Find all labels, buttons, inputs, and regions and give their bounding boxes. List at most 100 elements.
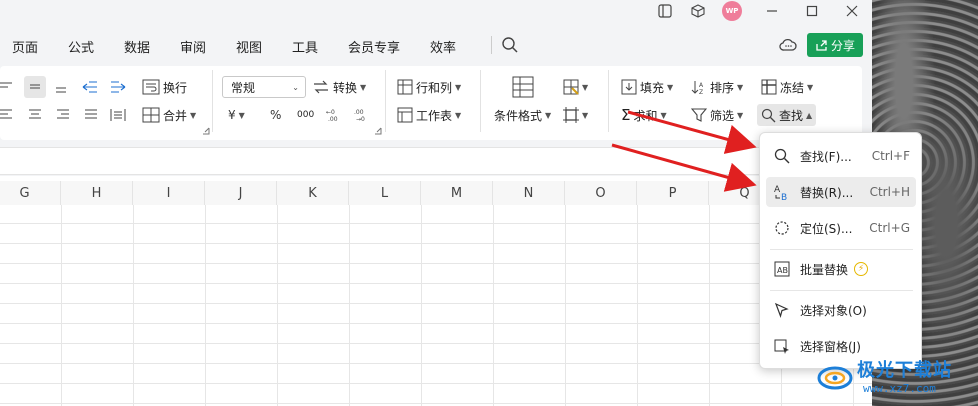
conditional-format-button[interactable]: 条件格式 ▼ [494,104,551,126]
border-button[interactable]: ▼ [563,104,588,126]
decrease-indent-icon[interactable] [82,76,98,98]
shortcut-text: Ctrl+F [871,149,910,163]
column-header[interactable]: I [133,181,205,205]
align-top-icon[interactable] [0,76,14,98]
column-header[interactable]: G [0,181,61,205]
menu-item-replace[interactable]: AB 替换(R)... Ctrl+H [766,177,916,207]
chevron-down-icon: ▼ [582,110,589,120]
align-middle-icon[interactable] [24,76,46,98]
freeze-icon [761,79,777,95]
increase-decimal-icon[interactable]: ←0.00 [326,104,342,126]
chevron-down-icon: ▼ [455,110,462,120]
column-header[interactable]: H [61,181,133,205]
distribute-icon[interactable] [110,104,126,126]
menu-divider [770,249,913,250]
tab-data[interactable]: 数据 [124,37,150,56]
ribbon-divider [480,70,481,132]
chevron-down-icon: ▼ [807,82,814,92]
chevron-down-icon: ⌄ [292,82,299,92]
premium-bolt-icon: ⚡ [854,262,869,276]
column-header[interactable]: K [277,181,349,205]
freeze-button[interactable]: 冻结 ▼ [761,76,813,98]
minimize-icon[interactable] [757,0,787,22]
merge-icon [142,107,160,123]
sort-icon: AZ [691,81,704,95]
menu-item-label: 替换(R)... [800,185,854,200]
worksheet-label: 工作表 [416,108,453,123]
tab-tools[interactable]: 工具 [292,37,318,56]
sum-button[interactable]: Σ 求和 ▼ [621,104,667,126]
align-left-icon[interactable] [0,104,14,126]
cloud-icon[interactable] [779,37,797,53]
avatar[interactable]: WP [722,1,742,21]
convert-icon [314,80,328,94]
column-header[interactable]: P [637,181,709,205]
menu-item-select-object[interactable]: 选择对象(O) [766,295,916,325]
conditional-format-icon[interactable] [512,74,534,100]
column-header[interactable]: N [493,181,565,205]
chevron-down-icon: ▼ [455,82,462,92]
tab-review[interactable]: 审阅 [180,37,206,56]
chevron-down-icon: ▼ [737,110,744,120]
share-label: 分享 [830,38,855,53]
thousands-button[interactable]: 000 [297,104,314,126]
number-format-select[interactable]: 常规 ⌄ [222,76,306,98]
rows-cols-icon [397,79,413,95]
align-center-icon[interactable] [28,104,42,126]
close-icon[interactable] [837,0,867,22]
rows-cols-button[interactable]: 行和列 ▼ [397,76,461,98]
cell-grid[interactable] [0,205,872,406]
column-header[interactable]: J [205,181,277,205]
layout-icon[interactable] [650,0,680,22]
svg-text:AB: AB [777,266,788,275]
tab-view[interactable]: 视图 [236,37,262,56]
filter-label: 筛选 [710,108,735,123]
align-bottom-icon[interactable] [54,76,68,98]
tab-member[interactable]: 会员专享 [348,37,400,56]
currency-button[interactable]: ¥ ▼ [228,104,245,126]
chevron-down-icon: ▼ [660,110,667,120]
menu-bar: 页面 公式 数据 审阅 视图 工具 会员专享 效率 分享 [0,24,872,66]
filter-icon [691,108,707,122]
search-icon [772,146,792,166]
column-header[interactable]: O [565,181,637,205]
cube-icon[interactable] [683,0,713,22]
locate-icon [772,218,792,238]
increase-indent-icon[interactable] [110,76,126,98]
column-header[interactable]: M [421,181,493,205]
formula-input[interactable] [0,147,872,175]
wrap-text-button[interactable]: 换行 [142,76,187,98]
menu-item-batch-replace[interactable]: AB 批量替换 ⚡ [766,254,916,284]
cell-style-button[interactable]: ▼ [563,76,588,98]
percent-button[interactable]: % [270,104,281,126]
watermark-name: 极光下载站 [857,360,952,381]
watermark-swirl-icon [817,366,853,390]
find-dropdown-menu: 查找(F)... Ctrl+F AB 替换(R)... Ctrl+H 定位(S)… [759,132,922,369]
chevron-up-icon: ▲ [806,110,813,120]
convert-button[interactable]: 转换 ▼ [312,76,366,98]
worksheet-button[interactable]: 工作表 ▼ [397,104,461,126]
align-right-icon[interactable] [56,104,70,126]
find-button[interactable]: 查找 ▲ [757,104,817,126]
tab-page[interactable]: 页面 [12,37,38,56]
sort-button[interactable]: AZ 排序 ▼ [691,76,743,98]
merge-button[interactable]: 合并 ▼ [142,104,196,126]
alignment-dialog-launcher-icon[interactable] [202,126,210,136]
maximize-icon[interactable] [797,0,827,22]
menu-divider [491,36,492,54]
fill-button[interactable]: 填充 ▼ [621,76,673,98]
menu-item-find[interactable]: 查找(F)... Ctrl+F [766,141,916,171]
freeze-label: 冻结 [780,80,805,95]
tab-efficiency[interactable]: 效率 [430,37,456,56]
share-button[interactable]: 分享 [807,33,863,57]
tab-formula[interactable]: 公式 [68,37,94,56]
decrease-decimal-icon[interactable]: .00 →0 [354,104,370,126]
svg-text:A: A [774,185,781,195]
menu-item-locate[interactable]: 定位(S)... Ctrl+G [766,213,916,243]
number-dialog-launcher-icon[interactable] [374,126,382,136]
search-icon[interactable] [501,36,519,54]
justify-icon[interactable] [84,104,98,126]
filter-button[interactable]: 筛选 ▼ [691,104,743,126]
spreadsheet-app-window: WP 页面 公式 数据 审阅 视图 工具 会员专享 效率 分享 换行 合并 ▼ … [0,0,872,406]
column-header[interactable]: L [349,181,421,205]
